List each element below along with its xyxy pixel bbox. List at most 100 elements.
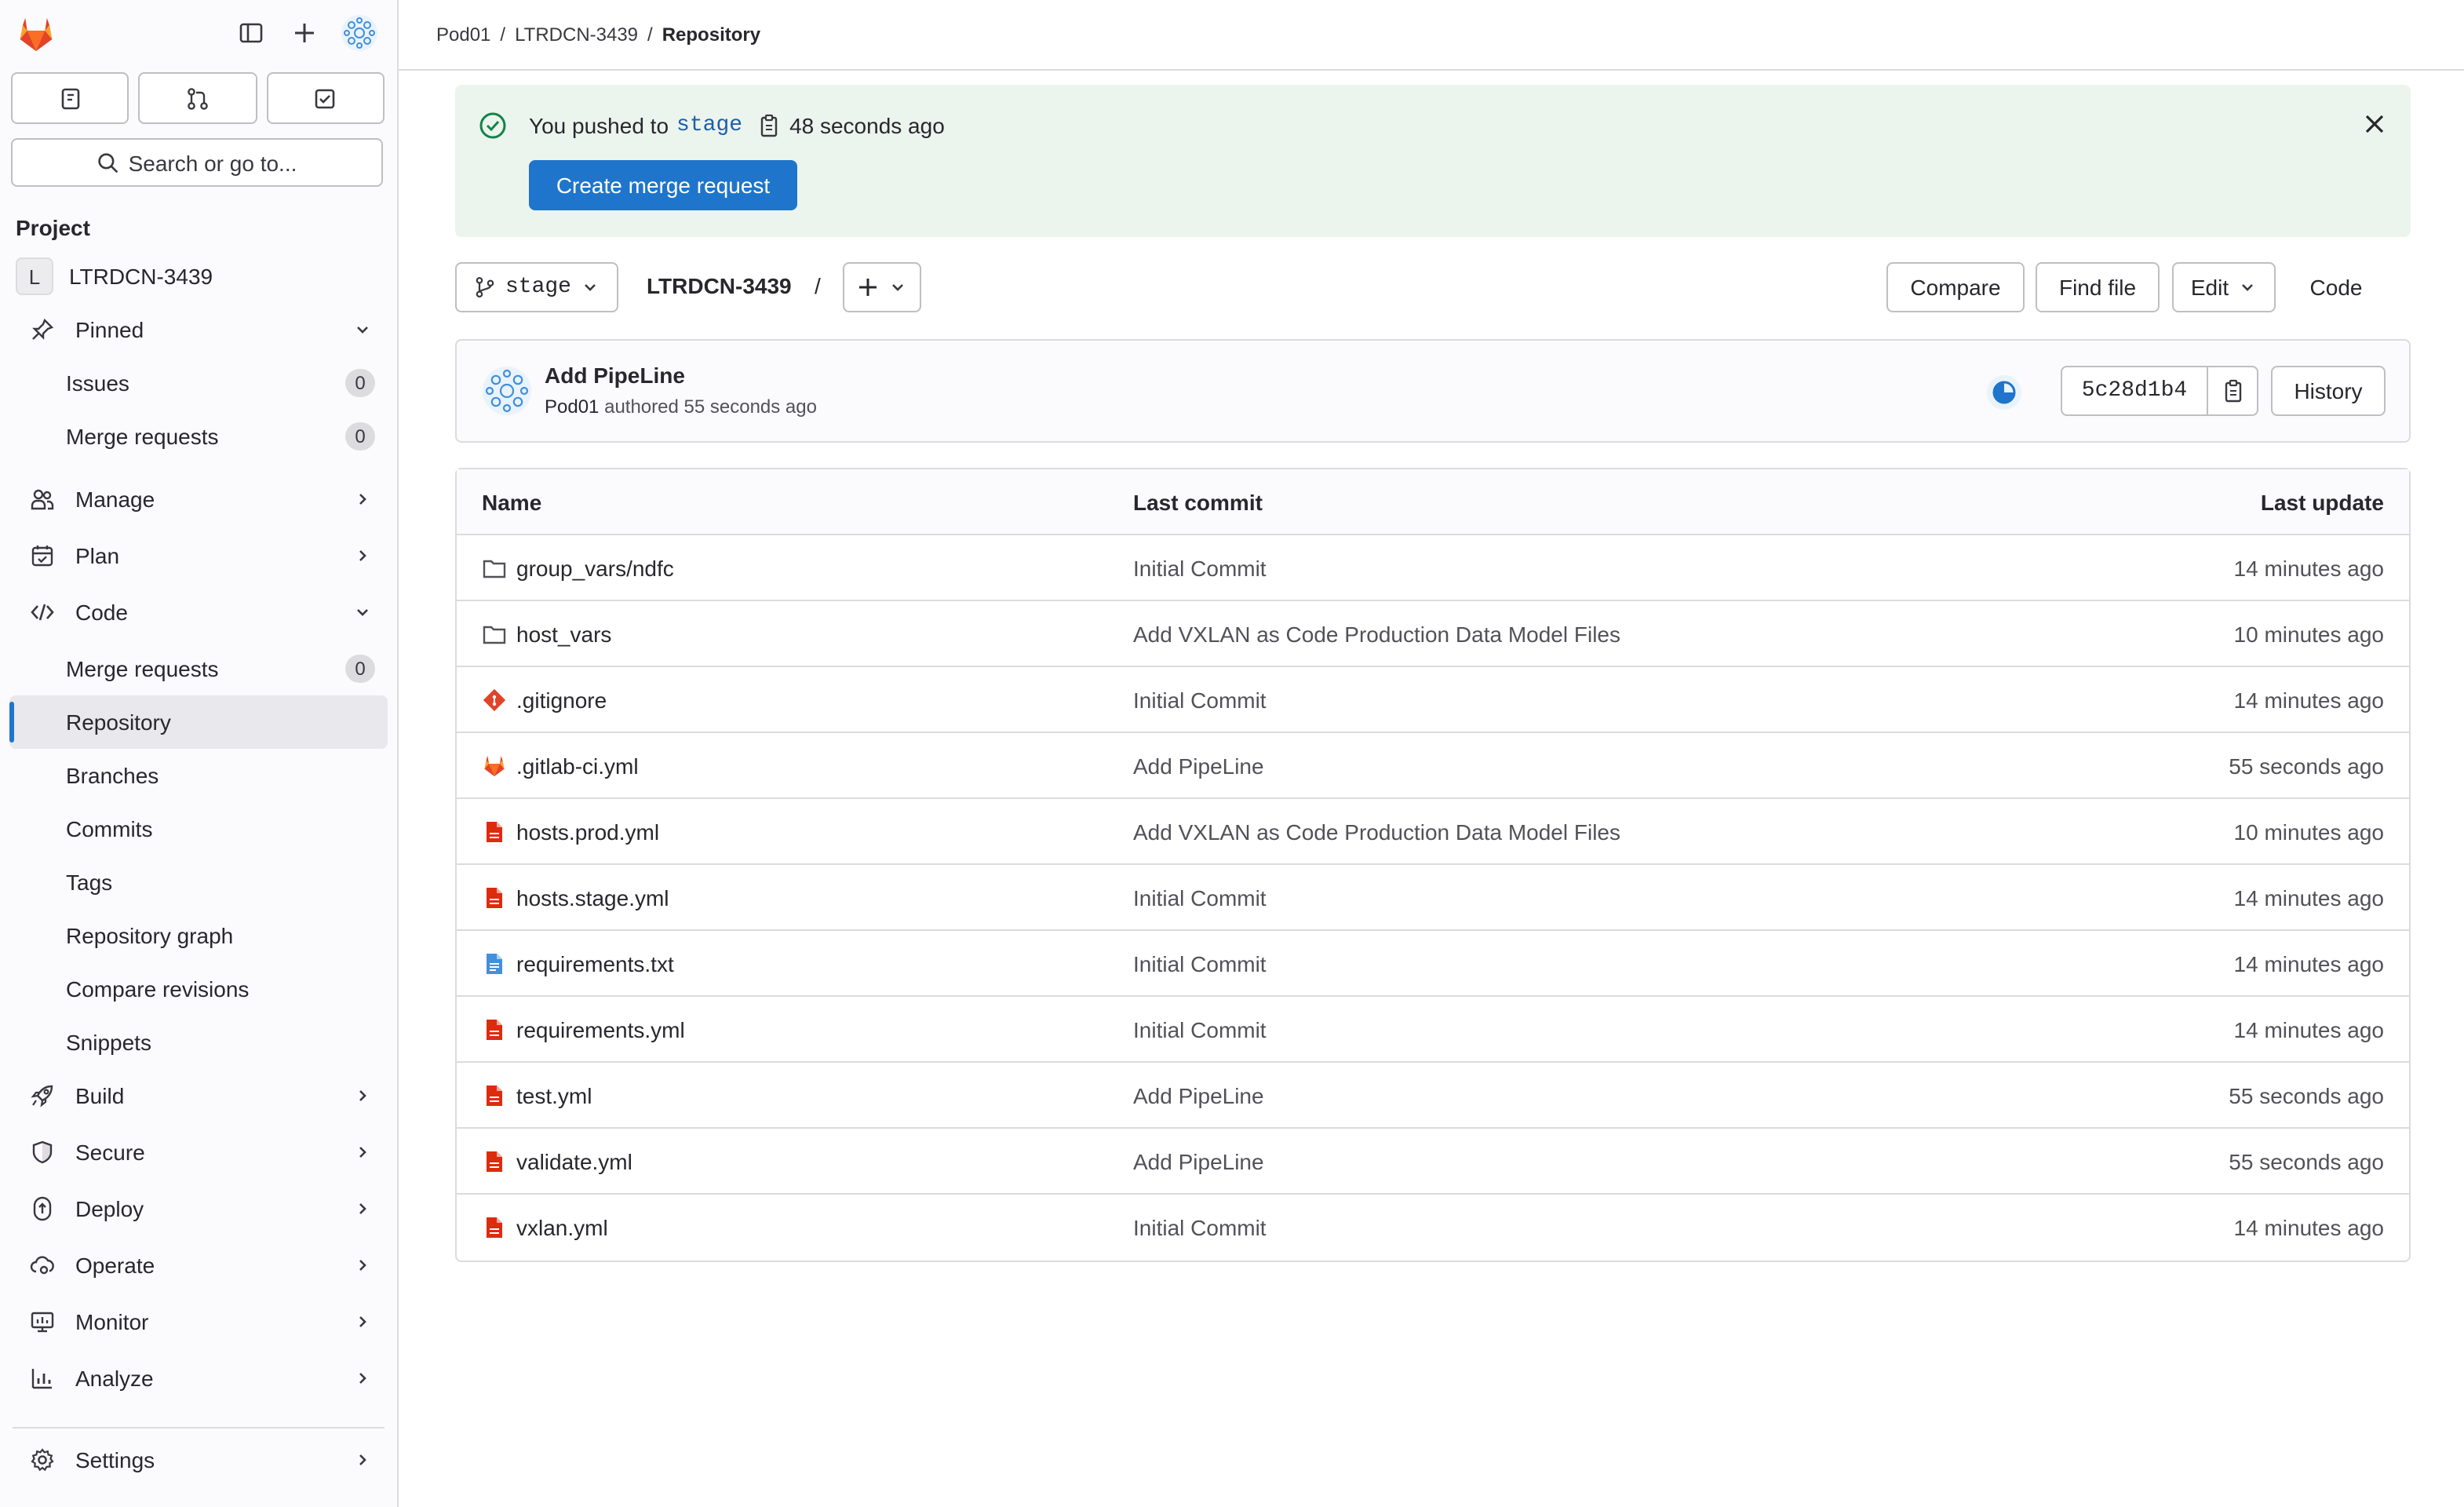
sidebar-item-operate[interactable]: Operate bbox=[9, 1239, 388, 1292]
file-name-cell[interactable]: requirements.txt bbox=[482, 951, 674, 976]
code-dropdown[interactable]: Code bbox=[2290, 262, 2411, 312]
commit-message-link[interactable]: Initial Commit bbox=[1133, 687, 1267, 712]
last-update: 14 minutes ago bbox=[2233, 1215, 2384, 1240]
sidebar-item-settings[interactable]: Settings bbox=[9, 1433, 388, 1487]
compare-button[interactable]: Compare bbox=[1886, 262, 2025, 312]
sidebar-item-plan[interactable]: Plan bbox=[9, 529, 388, 582]
add-to-tree-button[interactable] bbox=[843, 262, 921, 312]
commit-message-link[interactable]: Add VXLAN as Code Production Data Model … bbox=[1133, 621, 1620, 646]
commit-message-link[interactable]: Initial Commit bbox=[1133, 555, 1267, 580]
sidebar-item-repository[interactable]: Repository bbox=[9, 695, 388, 749]
file-name-cell[interactable]: test.yml bbox=[482, 1082, 592, 1107]
branch-selector[interactable]: stage bbox=[455, 262, 618, 312]
sidebar-item-build[interactable]: Build bbox=[9, 1069, 388, 1122]
create-merge-request-button[interactable]: Create merge request bbox=[529, 160, 797, 210]
repo-root-link[interactable]: LTRDCN-3439 bbox=[647, 273, 792, 298]
commit-message-link[interactable]: Initial Commit bbox=[1133, 1215, 1267, 1240]
commit-message-link[interactable]: Add PipeLine bbox=[1133, 753, 1264, 778]
commit-author-link[interactable]: Pod01 bbox=[545, 396, 599, 418]
table-row[interactable]: hosts.stage.yml Initial Commit 14 minutes … bbox=[457, 865, 2409, 931]
assigned-issues-button[interactable] bbox=[11, 72, 129, 124]
branch-name: stage bbox=[505, 275, 571, 300]
table-row[interactable]: .gitlab-ci.yml Add PipeLine 55 seconds ago bbox=[457, 733, 2409, 799]
alert-branch-link[interactable]: stage bbox=[676, 113, 742, 138]
table-row[interactable]: group_vars/ndfc Initial Commit 14 minutes … bbox=[457, 535, 2409, 601]
table-row[interactable]: .gitignore Initial Commit 14 minutes ago bbox=[457, 667, 2409, 733]
file-name-cell[interactable]: validate.yml bbox=[482, 1148, 632, 1173]
find-file-button[interactable]: Find file bbox=[2036, 262, 2160, 312]
sidebar-item-label: Operate bbox=[75, 1253, 155, 1278]
file-name-cell[interactable]: hosts.stage.yml bbox=[482, 885, 669, 910]
history-button[interactable]: History bbox=[2271, 366, 2386, 416]
table-row[interactable]: hosts.prod.yml Add VXLAN as Code Producti… bbox=[457, 799, 2409, 865]
section-title: Project bbox=[16, 215, 90, 240]
sidebar-item-pinned[interactable]: Pinned bbox=[9, 303, 388, 356]
commit-message-link[interactable]: Initial Commit bbox=[1133, 1016, 1267, 1042]
file-name-cell[interactable]: requirements.yml bbox=[482, 1016, 685, 1042]
table-row[interactable]: requirements.txt Initial Commit 14 minutes… bbox=[457, 931, 2409, 997]
sidebar-item-secure[interactable]: Secure bbox=[9, 1126, 388, 1179]
branch-icon bbox=[476, 276, 494, 298]
copy-icon[interactable] bbox=[756, 113, 782, 138]
search-button[interactable]: Search or go to... bbox=[11, 138, 383, 187]
breadcrumb-item-group[interactable]: Pod01 bbox=[436, 24, 490, 46]
sidebar-item-code[interactable]: Code bbox=[9, 586, 388, 639]
main-content: You pushed to stage 48 seconds ago Creat… bbox=[455, 85, 2411, 1262]
commit-sha[interactable]: 5c28d1b4 bbox=[2061, 366, 2208, 416]
close-icon[interactable] bbox=[2364, 113, 2386, 135]
table-header: Name Last commit Last update bbox=[457, 469, 2409, 535]
todos-button[interactable] bbox=[266, 72, 385, 124]
file-name-cell[interactable]: host_vars bbox=[482, 621, 611, 646]
edit-dropdown[interactable]: Edit bbox=[2172, 262, 2276, 312]
gitlab-logo-icon[interactable] bbox=[16, 14, 56, 55]
table-row[interactable]: validate.yml Add PipeLine 55 seconds ago bbox=[457, 1129, 2409, 1195]
table-row[interactable]: host_vars Add VXLAN as Code Production Da… bbox=[457, 601, 2409, 667]
sidebar-item-pinned-merge-requests[interactable]: Merge requests 0 bbox=[9, 410, 388, 463]
commit-message-link[interactable]: Initial Commit bbox=[1133, 951, 1267, 976]
gitlab-icon bbox=[482, 753, 507, 778]
sidebar-item-repository-graph[interactable]: Repository graph bbox=[9, 909, 388, 962]
sidebar-item-branches[interactable]: Branches bbox=[9, 749, 388, 802]
sidebar-item-commits[interactable]: Commits bbox=[9, 802, 388, 856]
breadcrumb-item-current[interactable]: Repository bbox=[662, 24, 760, 46]
file-name-cell[interactable]: vxlan.yml bbox=[482, 1215, 608, 1240]
sidebar-item-monitor[interactable]: Monitor bbox=[9, 1295, 388, 1348]
sidebar-item-deploy[interactable]: Deploy bbox=[9, 1182, 388, 1235]
pipeline-running-icon[interactable] bbox=[1985, 374, 2023, 411]
sidebar-item-analyze[interactable]: Analyze bbox=[9, 1352, 388, 1405]
merge-requests-button[interactable] bbox=[138, 72, 257, 124]
sidebar-item-code-merge-requests[interactable]: Merge requests 0 bbox=[9, 642, 388, 695]
file-name-cell[interactable]: group_vars/ndfc bbox=[482, 555, 674, 580]
breadcrumb-item-project[interactable]: LTRDCN-3439 bbox=[515, 24, 638, 46]
table-row[interactable]: requirements.yml Initial Commit 14 minutes… bbox=[457, 997, 2409, 1063]
file-name-cell[interactable]: hosts.prod.yml bbox=[482, 819, 659, 844]
gear-icon bbox=[30, 1447, 55, 1472]
commit-message-link[interactable]: Add PipeLine bbox=[1133, 1082, 1264, 1107]
calendar-icon bbox=[30, 543, 55, 568]
yaml-file-icon bbox=[482, 1215, 507, 1240]
user-avatar[interactable] bbox=[341, 14, 378, 52]
commit-message-link[interactable]: Initial Commit bbox=[1133, 885, 1267, 910]
text-file-icon bbox=[482, 951, 507, 976]
last-update: 10 minutes ago bbox=[2233, 819, 2384, 844]
sidebar-item-snippets[interactable]: Snippets bbox=[9, 1016, 388, 1069]
table-row[interactable]: vxlan.yml Initial Commit 14 minutes ago bbox=[457, 1195, 2409, 1261]
table-row[interactable]: test.yml Add PipeLine 55 seconds ago bbox=[457, 1063, 2409, 1129]
commit-message-link[interactable]: Add VXLAN as Code Production Data Model … bbox=[1133, 819, 1620, 844]
sidebar-item-compare-revisions[interactable]: Compare revisions bbox=[9, 962, 388, 1016]
toggle-sidebar-icon[interactable] bbox=[234, 14, 268, 52]
issues-icon bbox=[61, 87, 79, 109]
file-name: .gitlab-ci.yml bbox=[516, 753, 639, 778]
sidebar-item-tags[interactable]: Tags bbox=[9, 856, 388, 909]
sidebar-item-manage[interactable]: Manage bbox=[9, 473, 388, 526]
commit-title-link[interactable]: Add PipeLine bbox=[545, 363, 685, 388]
file-name-cell[interactable]: .gitignore bbox=[482, 687, 607, 712]
author-avatar[interactable] bbox=[482, 366, 532, 416]
sidebar-item-label: Merge requests bbox=[66, 656, 219, 681]
create-new-icon[interactable] bbox=[287, 14, 322, 52]
copy-sha-button[interactable] bbox=[2207, 366, 2258, 416]
commit-message-link[interactable]: Add PipeLine bbox=[1133, 1148, 1264, 1173]
project-link[interactable]: L LTRDCN-3439 bbox=[0, 250, 397, 303]
file-name-cell[interactable]: .gitlab-ci.yml bbox=[482, 753, 639, 778]
sidebar-item-issues[interactable]: Issues 0 bbox=[9, 356, 388, 410]
